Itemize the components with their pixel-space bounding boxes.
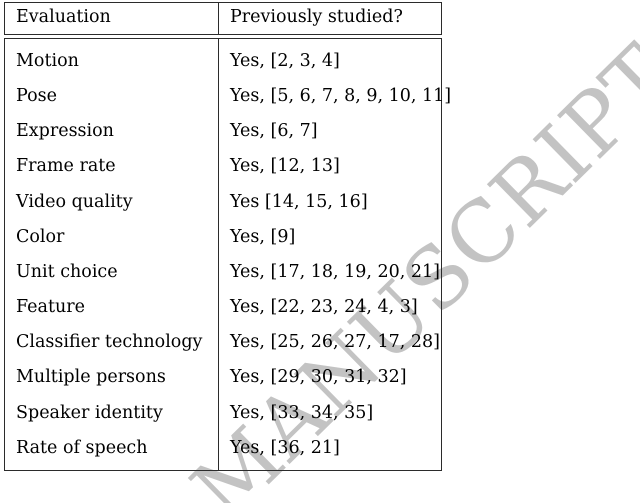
cell-evaluation: Unit choice — [4, 254, 219, 290]
cell-evaluation: Video quality — [4, 184, 219, 220]
table-row: Pose Yes, [5, 6, 7, 8, 9, 10, 11] — [4, 78, 452, 114]
cell-previously-studied: Yes, [29, 30, 31, 32] — [230, 367, 407, 388]
cell-previously-studied: Yes, [9] — [230, 226, 296, 247]
cell-previously-studied: Yes [14, 15, 16] — [230, 191, 368, 212]
evaluation-table: Evaluation Previously studied? Motion Yes… — [4, 2, 452, 471]
cell-previously-studied: Yes, [2, 3, 4] — [230, 50, 340, 71]
cell-previously-studied: Yes, [12, 13] — [230, 156, 340, 177]
cell-previously-studied: Yes, [22, 23, 24, 4, 3] — [230, 297, 418, 318]
column-header-evaluation: Evaluation — [4, 2, 219, 35]
table-body: Motion Yes, [2, 3, 4] Pose Yes, [5, 6, 7, 8… — [4, 38, 452, 471]
cell-previously-studied: Yes, [5, 6, 7, 8, 9, 10, 11] — [230, 85, 452, 106]
cell-previously-studied: Yes, [25, 26, 27, 17, 28] — [230, 332, 440, 353]
table-header: Evaluation Previously studied? — [4, 2, 442, 36]
cell-evaluation: Multiple persons — [4, 359, 219, 396]
table-row: Multiple persons Yes, [29, 30, 31, 32] — [4, 359, 442, 396]
table-row: Video quality Yes [14, 15, 16] — [4, 184, 442, 220]
cell-evaluation: Color — [4, 219, 219, 255]
cell-previously-studied: Yes, [33, 34, 35] — [230, 402, 374, 423]
table-row: Frame rate Yes, [12, 13] — [4, 148, 442, 184]
cell-evaluation: Frame rate — [4, 148, 219, 184]
table-row: Feature Yes, [22, 23, 24, 4, 3] — [4, 289, 442, 325]
table-row: Color Yes, [9] — [4, 219, 442, 255]
table-row: Classifier technology Yes, [25, 26, 27, 1… — [4, 324, 442, 360]
table-row: Rate of speech Yes, [36, 21] — [4, 430, 442, 470]
cell-previously-studied: Yes, [36, 21] — [230, 437, 340, 458]
cell-evaluation: Feature — [4, 289, 219, 325]
table-row: Expression Yes, [6, 7] — [4, 113, 442, 149]
cell-evaluation: Classifier technology — [4, 324, 219, 360]
table-row: Motion Yes, [2, 3, 4] — [4, 38, 442, 79]
cell-evaluation: Rate of speech — [4, 430, 219, 470]
cell-previously-studied: Yes, [6, 7] — [230, 121, 318, 142]
table-row: Unit choice Yes, [17, 18, 19, 20, 21] — [4, 254, 442, 290]
cell-evaluation: Pose — [4, 78, 219, 114]
table-header-row: Evaluation Previously studied? — [4, 2, 442, 35]
cell-previously-studied: Yes, [17, 18, 19, 20, 21] — [230, 261, 440, 282]
cell-evaluation: Expression — [4, 113, 219, 149]
cell-evaluation: Speaker identity — [4, 395, 219, 431]
column-header-previously-studied: Previously studied? — [230, 7, 403, 27]
cell-evaluation: Motion — [4, 38, 219, 79]
table-row: Speaker identity Yes, [33, 34, 35] — [4, 395, 442, 431]
